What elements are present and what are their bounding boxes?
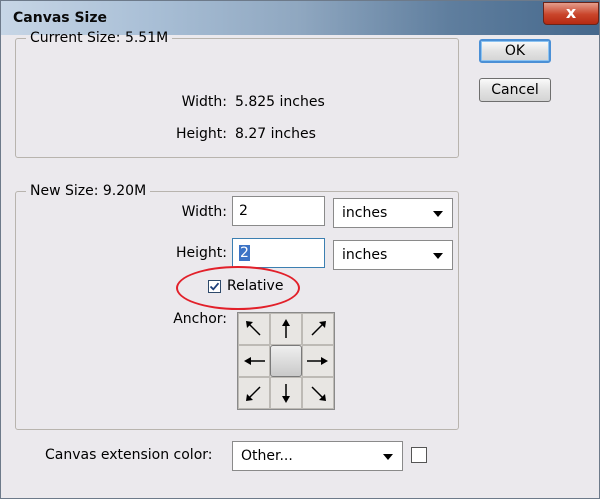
ok-button[interactable]: OK <box>479 39 551 63</box>
arrow-down-icon <box>282 384 290 403</box>
anchor-left[interactable] <box>238 345 270 377</box>
arrow-down-right-icon <box>311 386 326 401</box>
canvas-size-dialog: Canvas Size x Current Size: 5.51M Width:… <box>0 0 600 499</box>
arrow-up-icon <box>282 319 290 338</box>
close-icon: x <box>565 3 577 22</box>
anchor-bottom-right[interactable] <box>302 377 334 409</box>
red-highlight-annotation <box>176 266 300 310</box>
new-width-label: Width: <box>181 204 227 220</box>
cancel-button[interactable]: Cancel <box>479 78 551 102</box>
new-width-input[interactable]: 2 <box>232 196 325 226</box>
new-size-legend: New Size: 9.20M <box>30 183 147 199</box>
new-height-value: 2 <box>239 245 250 261</box>
anchor-bottom[interactable] <box>270 377 302 409</box>
current-width-value: 5.825 inches <box>235 94 325 110</box>
new-width-unit-select[interactable]: inches <box>333 198 453 228</box>
anchor-center[interactable] <box>270 345 302 377</box>
new-height-unit: inches <box>342 247 388 263</box>
anchor-top-left[interactable] <box>238 313 270 345</box>
current-width-label: Width: <box>181 94 227 110</box>
new-width-unit: inches <box>342 205 388 221</box>
anchor-right[interactable] <box>302 345 334 377</box>
new-height-input[interactable]: 2 <box>232 238 325 268</box>
close-button[interactable]: x <box>543 2 599 25</box>
extension-color-label: Canvas extension color: <box>45 447 213 463</box>
current-height-value: 8.27 inches <box>235 126 316 142</box>
arrow-up-right-icon <box>311 321 326 336</box>
anchor-grid <box>237 312 335 410</box>
anchor-top-right[interactable] <box>302 313 334 345</box>
new-height-unit-select[interactable]: inches <box>333 240 453 270</box>
extension-color-swatch[interactable] <box>411 447 427 463</box>
arrow-down-left-icon <box>246 386 261 401</box>
new-height-label: Height: <box>176 245 227 261</box>
arrow-left-icon <box>244 357 265 365</box>
extension-color-value: Other... <box>241 448 293 464</box>
arrow-right-icon <box>307 357 328 365</box>
chevron-down-icon <box>383 454 393 460</box>
window-title: Canvas Size <box>13 10 107 26</box>
extension-color-select[interactable]: Other... <box>232 441 403 471</box>
anchor-bottom-left[interactable] <box>238 377 270 409</box>
anchor-label: Anchor: <box>173 311 227 327</box>
chevron-down-icon <box>433 253 443 259</box>
anchor-top[interactable] <box>270 313 302 345</box>
arrow-up-left-icon <box>246 321 261 336</box>
chevron-down-icon <box>433 211 443 217</box>
new-width-value: 2 <box>239 203 248 219</box>
current-height-label: Height: <box>176 126 227 142</box>
current-size-legend: Current Size: 5.51M <box>30 30 169 46</box>
